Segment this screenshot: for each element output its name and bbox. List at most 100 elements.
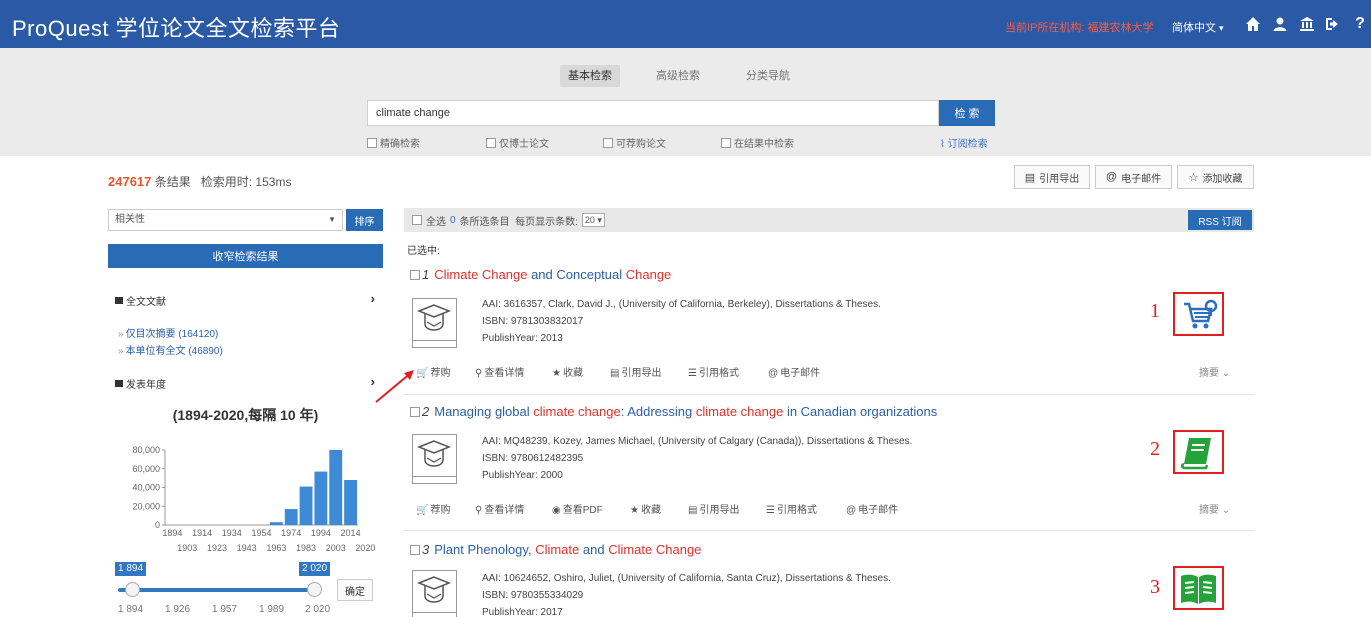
checkbox[interactable]: [603, 137, 613, 148]
logout-icon[interactable]: [1322, 14, 1342, 34]
checkbox[interactable]: [721, 137, 731, 148]
x-tick-label: 1914: [192, 528, 212, 538]
facet-link-abstract-only[interactable]: » 仅目次摘要 (164120): [118, 325, 218, 340]
graduation-cap-icon: [416, 440, 452, 467]
title-part[interactable]: Climate Change and Conceptual Change: [434, 267, 671, 282]
list-icon: ☰: [766, 505, 775, 516]
institution-icon[interactable]: [1297, 14, 1317, 34]
result-meta: AAI: 10624652, Oshiro, Juliet, (Universi…: [482, 570, 891, 617]
facet-year-header[interactable]: 发表年度 ›: [108, 374, 383, 392]
action-citation-export[interactable]: ▤ 引用导出: [688, 501, 739, 516]
institution-label: 当前IP所在机构: 福建农林大学: [1005, 22, 1154, 34]
abstract-toggle[interactable]: 摘要 ⌄: [1199, 364, 1230, 379]
selected-label: 已选中:: [407, 246, 440, 257]
tab-advanced-search[interactable]: 高级检索: [656, 65, 700, 87]
abstract-toggle[interactable]: 摘要 ⌄: [1199, 501, 1230, 516]
action-citation-format[interactable]: ☰ 引用格式: [766, 501, 817, 516]
checkbox[interactable]: [486, 137, 496, 148]
chevron-right-icon[interactable]: ›: [371, 291, 375, 306]
email-button[interactable]: @ 电子邮件: [1095, 165, 1172, 189]
action-view-details[interactable]: ⚲ 查看详情: [475, 501, 524, 516]
checkbox[interactable]: [367, 137, 377, 148]
search-panel: 基本检索 高级检索 分类导航 检 索 精确检索 仅博士论文 可荐购论文 在结果中…: [0, 48, 1371, 156]
annotation-number: 3: [1150, 576, 1160, 598]
slider-min-handle[interactable]: [125, 582, 140, 597]
action-favorite[interactable]: ★ 收藏: [552, 364, 583, 379]
option-recommendable[interactable]: 可荐购论文: [603, 135, 666, 150]
search-button[interactable]: 检 索: [939, 100, 995, 126]
action-view-pdf[interactable]: ◉ 查看PDF: [552, 501, 603, 516]
histogram-bar: [344, 480, 357, 525]
year-range-track[interactable]: [118, 588, 316, 592]
rss-subscribe-button[interactable]: RSS 订阅: [1188, 210, 1252, 230]
star-icon: ★: [552, 368, 561, 379]
title-part[interactable]: Plant Phenology, Climate and Climate Cha…: [434, 542, 701, 557]
action-citation-format[interactable]: ☰ 引用格式: [688, 364, 739, 379]
x-tick-label: 1923: [207, 543, 227, 553]
action-recommend[interactable]: 🛒 荐购: [416, 501, 450, 516]
select-all-label: 全选: [426, 216, 446, 228]
top-bar: ProQuest 学位论文全文检索平台 当前IP所在机构: 福建农林大学 简体中…: [0, 0, 1371, 48]
slider-max-handle[interactable]: [307, 582, 322, 597]
at-icon: @: [768, 368, 779, 379]
confirm-year-button[interactable]: 确定: [337, 579, 373, 601]
result-aai: AAI: 10624652, Oshiro, Juliet, (Universi…: [482, 573, 891, 584]
y-tick-label: 40,000: [132, 483, 160, 493]
histogram-bar: [284, 509, 298, 525]
tab-category-nav[interactable]: 分类导航: [746, 65, 790, 87]
option-label: 仅博士论文: [499, 139, 549, 150]
result-title[interactable]: 2 Managing global climate change: Addres…: [410, 404, 937, 419]
subscribe-search-link[interactable]: ⌇ 订阅检索: [940, 135, 988, 150]
option-label: 精确检索: [380, 139, 420, 150]
x-tick-label: 1903: [177, 543, 197, 553]
search-input[interactable]: [367, 100, 939, 126]
action-email[interactable]: @ 电子邮件: [768, 364, 820, 379]
x-tick-label: 1954: [251, 528, 271, 538]
action-email[interactable]: @ 电子邮件: [846, 501, 898, 516]
add-favorite-button[interactable]: ☆ 添加收藏: [1177, 165, 1254, 189]
result-index: 2: [422, 404, 430, 419]
help-icon[interactable]: ?: [1350, 14, 1370, 34]
title-part[interactable]: Managing global climate change: Addressi…: [434, 404, 937, 419]
result-checkbox[interactable]: [410, 406, 420, 417]
action-view-details[interactable]: ⚲ 查看详情: [475, 364, 524, 379]
option-phd-only[interactable]: 仅博士论文: [486, 135, 549, 150]
action-recommend[interactable]: 🛒 荐购: [416, 364, 450, 379]
user-icon[interactable]: [1270, 14, 1290, 34]
language-selector[interactable]: 简体中文 ▾: [1172, 19, 1224, 35]
results-summary: 247617 条结果 检索用时: 153ms: [108, 173, 291, 190]
bullet-icon: [115, 379, 123, 387]
sort-value: 相关性: [115, 214, 145, 225]
citation-export-button[interactable]: ▤ 引用导出: [1014, 165, 1090, 189]
action-favorite[interactable]: ★ 收藏: [630, 501, 661, 516]
x-tick-label: 1994: [311, 528, 331, 538]
histogram-bar: [314, 471, 328, 525]
facet-link-local-fulltext[interactable]: » 本单位有全文 (46890): [118, 342, 223, 357]
y-tick-label: 0: [155, 520, 160, 530]
thesis-thumbnail: [412, 570, 457, 617]
slider-label: 2 020: [305, 604, 331, 615]
facet-link-count: (164120): [178, 329, 219, 340]
result-checkbox[interactable]: [410, 269, 420, 280]
slider-label: 1 957: [212, 604, 238, 615]
tab-basic-search[interactable]: 基本检索: [560, 65, 620, 87]
result-checkbox[interactable]: [410, 544, 420, 555]
result-isbn: ISBN: 9780355334029: [482, 590, 584, 601]
result-title[interactable]: 1 Climate Change and Conceptual Change: [410, 267, 671, 282]
annotation-box: [1173, 430, 1224, 474]
result-title[interactable]: 3 Plant Phenology, Climate and Climate C…: [410, 542, 701, 557]
facet-link-label: 本单位有全文: [125, 346, 186, 357]
slider-label: 1 989: [259, 604, 285, 615]
home-icon[interactable]: [1243, 14, 1263, 34]
per-page-select[interactable]: 20 ▾: [581, 213, 605, 227]
action-citation-export[interactable]: ▤ 引用导出: [610, 364, 661, 379]
search-time: 检索用时: 153ms: [200, 175, 292, 189]
narrow-results-button[interactable]: 收窄检索结果: [108, 244, 383, 268]
sort-select[interactable]: 相关性 ▼: [108, 209, 343, 231]
sort-button[interactable]: 排序: [346, 209, 383, 231]
selected-count: 0: [450, 214, 456, 226]
select-all-checkbox[interactable]: [412, 215, 422, 225]
option-search-within[interactable]: 在结果中检索: [721, 135, 794, 150]
facet-fulltext-header[interactable]: 全文文献 ›: [108, 291, 383, 309]
option-exact[interactable]: 精确检索: [367, 135, 420, 150]
